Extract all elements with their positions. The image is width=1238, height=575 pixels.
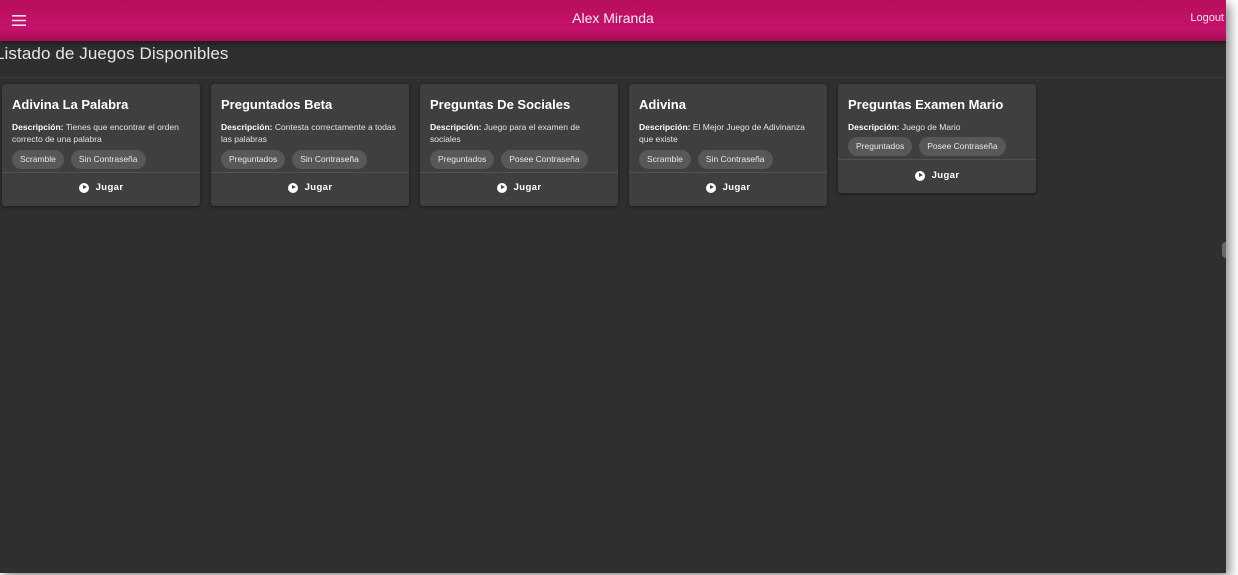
game-title: Preguntados Beta [221,97,333,112]
play-label: Jugar [931,170,960,181]
app-title: Alex Miranda [572,10,654,26]
description-label: Descripción: [430,122,482,132]
game-description: Descripción: Tienes que encontrar el ord… [12,121,192,145]
game-card: Adivina Descripción: El Mejor Juego de A… [629,84,827,206]
password-chip[interactable]: Sin Contraseña [70,150,146,169]
play-circle-icon [496,182,507,193]
game-type-chip[interactable]: Preguntados [848,137,913,156]
tag-list: Preguntados Sin Contraseña [221,150,367,169]
play-label: Jugar [95,182,124,193]
play-circle-icon [287,182,298,193]
game-title: Adivina [639,97,686,112]
play-button[interactable]: Jugar [420,182,618,193]
tag-list: Scramble Sin Contraseña [12,150,146,169]
description-label: Descripción: [221,122,273,132]
description-text: Juego de Mario [901,122,961,132]
play-label: Jugar [722,182,751,193]
game-description: Descripción: El Mejor Juego de Adivinanz… [639,121,819,145]
page-title: Listado de Juegos Disponibles [0,44,229,63]
tag-list: Scramble Sin Contraseña [639,150,773,169]
game-description: Descripción: Juego para el examen de soc… [430,121,610,145]
title-divider [0,77,1226,78]
card-divider [2,172,200,173]
game-title: Preguntas De Sociales [430,97,571,112]
card-divider [838,159,1036,160]
password-chip[interactable]: Posee Contraseña [919,137,1006,156]
game-card: Preguntas De Sociales Descripción: Juego… [420,84,618,206]
game-type-chip[interactable]: Preguntados [221,150,286,169]
description-label: Descripción: [848,122,900,132]
play-button[interactable]: Jugar [838,170,1036,181]
description-label: Descripción: [639,122,691,132]
game-type-chip[interactable]: Preguntados [430,150,495,169]
card-divider [629,172,827,173]
game-card: Preguntados Beta Descripción: Contesta c… [211,84,409,206]
game-card: Preguntas Examen Mario Descripción: Jueg… [838,84,1036,193]
game-type-chip[interactable]: Scramble [12,150,64,169]
play-label: Jugar [304,182,333,193]
play-circle-icon [78,182,89,193]
app-bar: Alex Miranda Logout [0,0,1226,41]
scroll-handle[interactable] [1222,242,1226,258]
play-button[interactable]: Jugar [2,182,200,193]
play-label: Jugar [513,182,542,193]
logout-button[interactable]: Logout [1190,12,1224,24]
tag-list: Preguntados Posee Contraseña [848,137,1006,156]
game-title: Preguntas Examen Mario [848,97,1004,112]
description-label: Descripción: [12,122,64,132]
password-chip[interactable]: Sin Contraseña [697,150,773,169]
card-divider [420,172,618,173]
play-circle-icon [914,170,925,181]
play-circle-icon [705,182,716,193]
tag-list: Preguntados Posee Contraseña [430,150,588,169]
card-divider [211,172,409,173]
game-title: Adivina La Palabra [12,97,129,112]
password-chip[interactable]: Posee Contraseña [501,150,588,169]
play-button[interactable]: Jugar [629,182,827,193]
game-description: Descripción: Juego de Mario [848,121,1028,133]
password-chip[interactable]: Sin Contraseña [292,150,367,169]
game-description: Descripción: Contesta correctamente a to… [221,121,401,145]
play-button[interactable]: Jugar [211,182,409,193]
game-card: Adivina La Palabra Descripción: Tienes q… [2,84,200,206]
app-window: Alex Miranda Logout Listado de Juegos Di… [0,0,1226,573]
game-type-chip[interactable]: Scramble [639,150,691,169]
